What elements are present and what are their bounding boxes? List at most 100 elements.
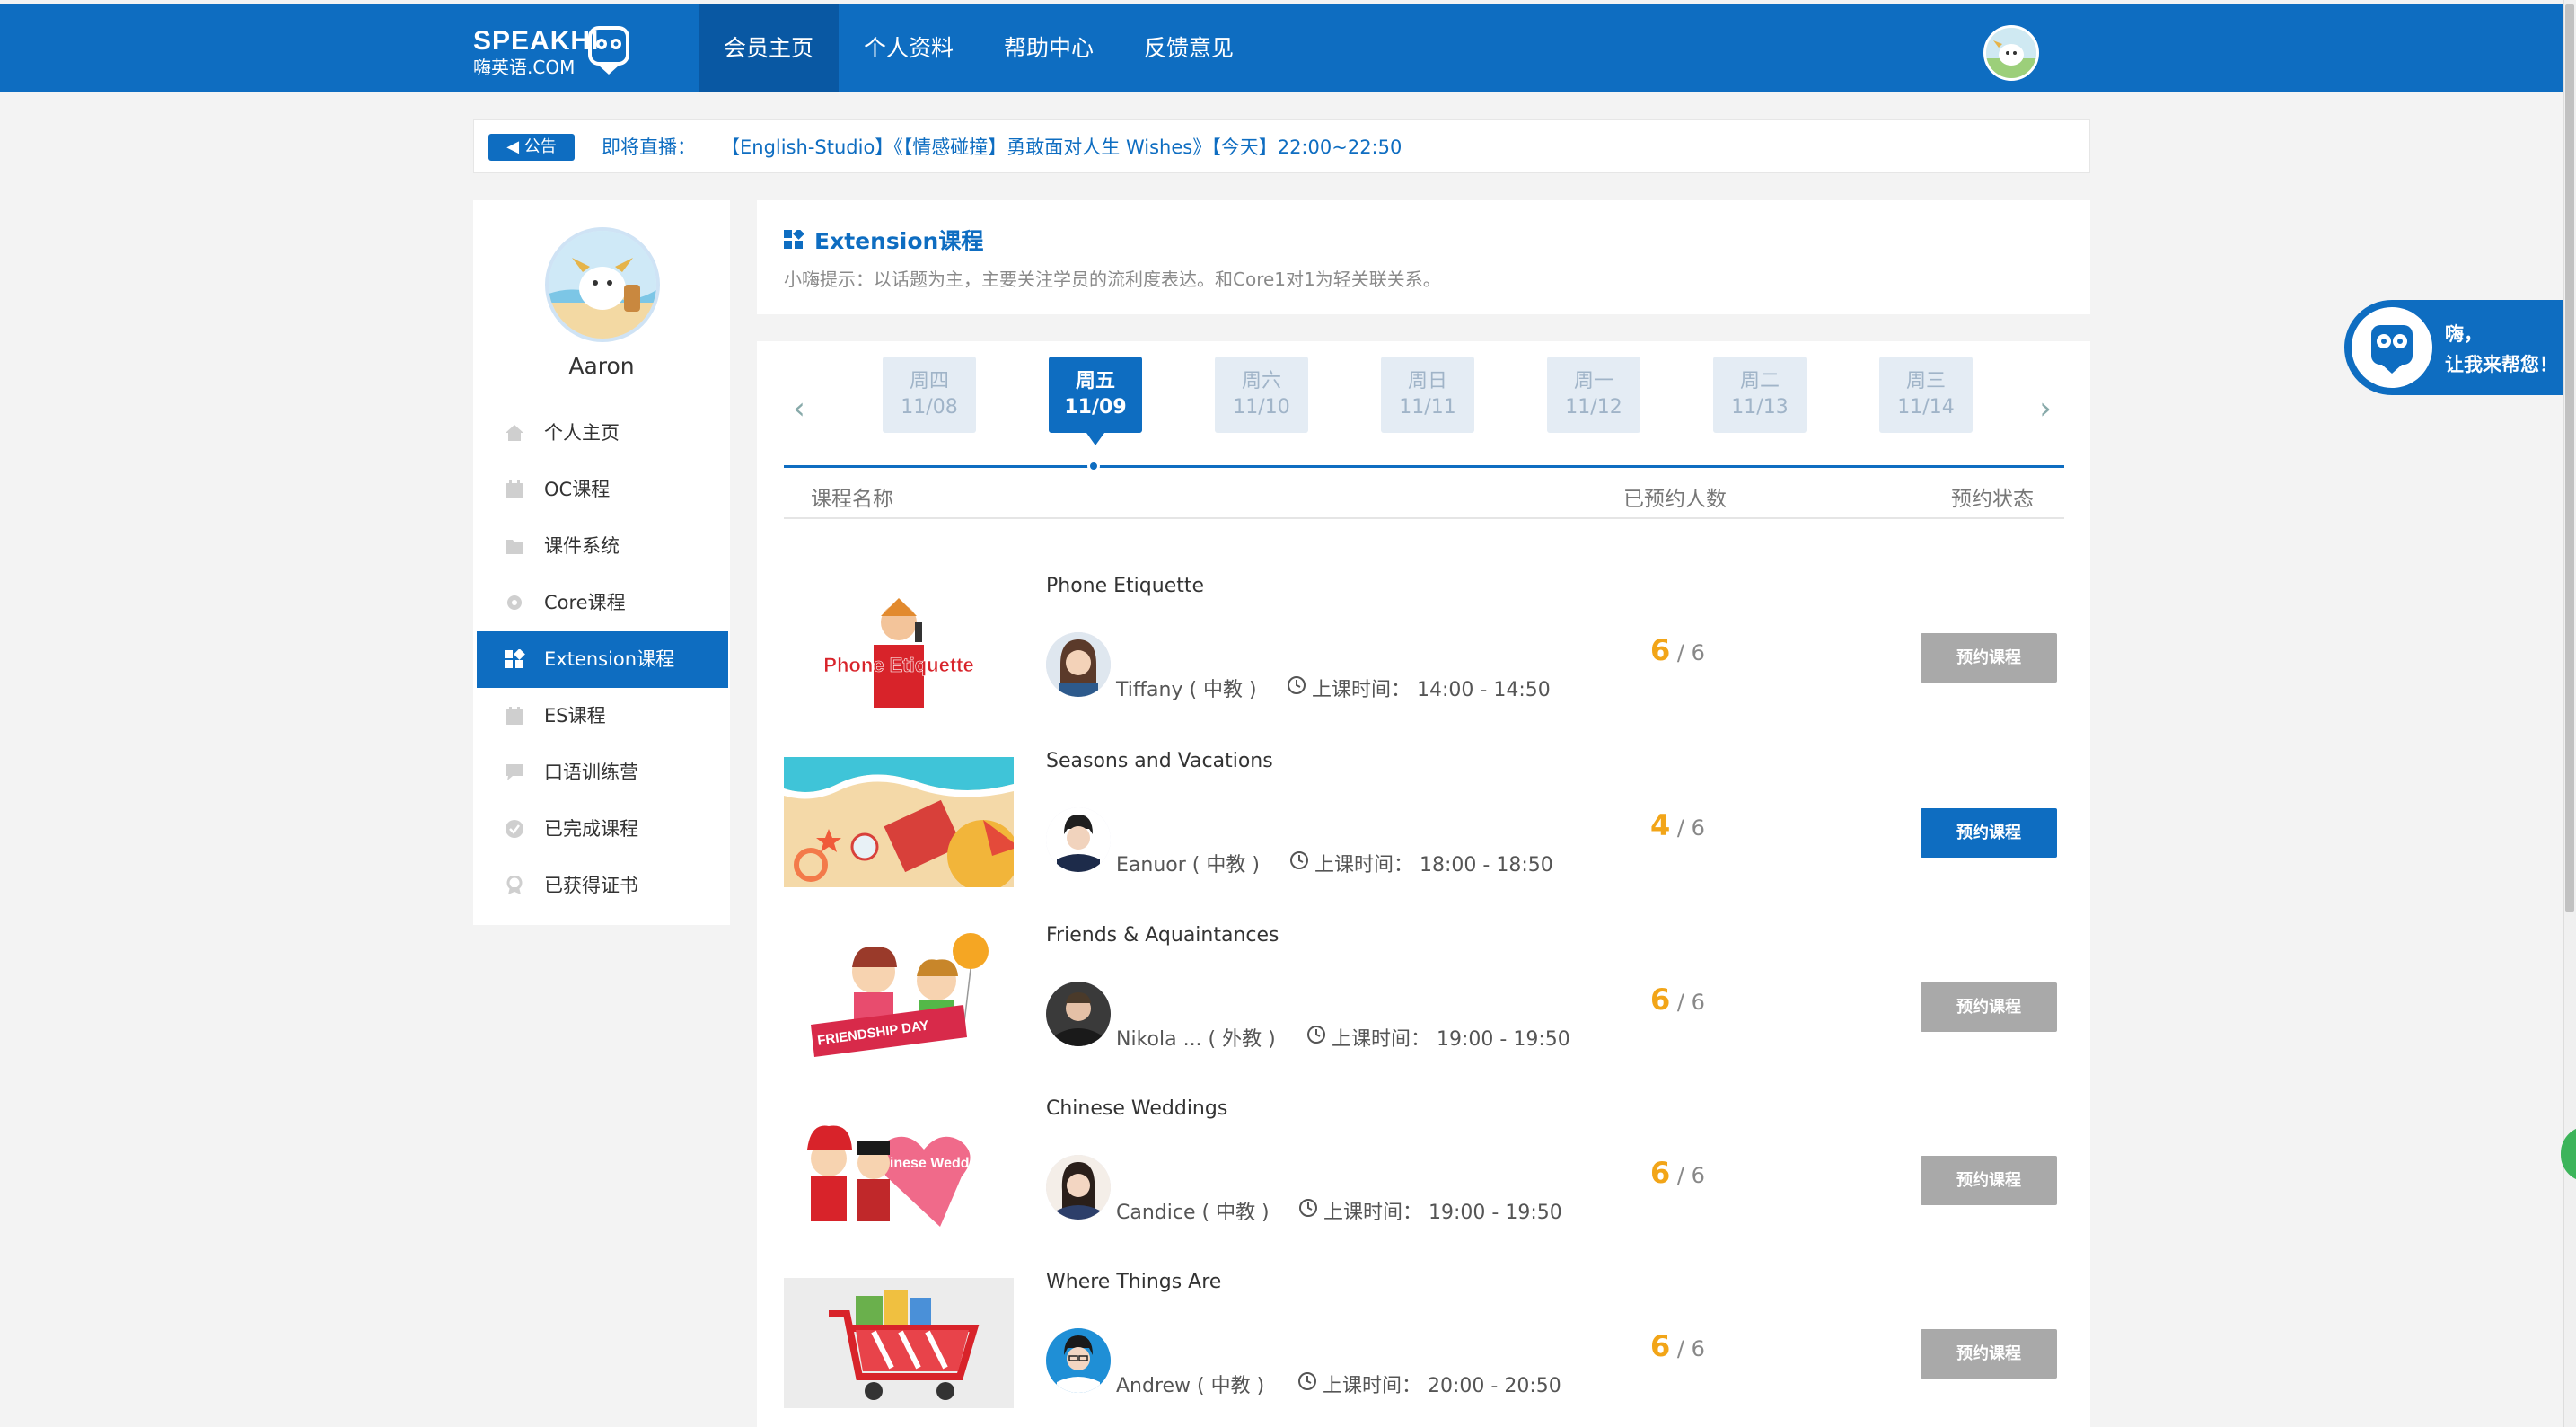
folder-icon xyxy=(506,540,523,554)
day-tab-selected[interactable]: 周五 11/09 xyxy=(1049,357,1142,445)
capacity: / 6 xyxy=(1676,990,1705,1015)
day-date: 11/10 xyxy=(1233,396,1290,418)
logo-domain: 嗨英语.COM xyxy=(473,57,576,78)
capacity: / 6 xyxy=(1676,1163,1705,1188)
thumb-caption: Chinese Weddings xyxy=(871,1156,999,1171)
col-booking-status: 预约状态 xyxy=(1951,488,2034,511)
class-time-value: 19:00 - 19:50 xyxy=(1429,1202,1562,1224)
gear-icon xyxy=(507,595,522,610)
course-row: FRIENDSHIP DAY Friends & Aquaintances Ni… xyxy=(784,924,2064,1097)
nav-feedback[interactable]: 反馈意见 xyxy=(1119,4,1259,92)
teacher-name: Andrew ( 中教 ) xyxy=(1116,1375,1265,1397)
upcoming-live-label: 即将直播： xyxy=(602,137,696,158)
day-weekday: 周六 xyxy=(1241,370,1281,392)
day-tab[interactable]: 周六 11/10 xyxy=(1215,357,1308,433)
day-date: 11/13 xyxy=(1731,396,1789,418)
sidebar-item-home[interactable]: 个人主页 xyxy=(477,405,728,462)
course-thumbnail[interactable] xyxy=(784,757,1014,887)
avatar-image xyxy=(1986,28,2036,78)
sidebar-item-courseware[interactable]: 课件系统 xyxy=(477,518,728,575)
main-nav: 会员主页 个人资料 帮助中心 反馈意见 xyxy=(699,4,1259,92)
course-title[interactable]: Where Things Are xyxy=(1046,1271,1221,1293)
table-header: 课程名称 已预约人数 预约状态 xyxy=(784,468,2064,519)
calendar-icon xyxy=(506,480,523,498)
avatar-image xyxy=(549,231,656,339)
day-tab[interactable]: 周四 11/08 xyxy=(883,357,976,433)
sidebar-item-core-course[interactable]: Core课程 xyxy=(477,575,728,631)
class-time: 上课时间： 19:00 - 19:50 xyxy=(1332,1023,1570,1052)
next-week-button[interactable]: › xyxy=(2032,391,2059,427)
chevron-right-icon: › xyxy=(2039,391,2052,427)
sidebar-item-label: Extension课程 xyxy=(544,648,675,670)
teacher-name: Tiffany ( 中教 ) xyxy=(1116,679,1257,701)
booked-number: 6 xyxy=(1650,982,1671,1017)
class-time-label: 上课时间： xyxy=(1323,1375,1422,1397)
sidebar-item-extension-course[interactable]: Extension课程 xyxy=(477,631,728,688)
sidebar: Aaron 个人主页 OC课程 课件系统 Core课程 Extension课程 … xyxy=(473,200,730,925)
announcement-badge-label: 公告 xyxy=(523,137,557,156)
day-tab[interactable]: 周三 11/14 xyxy=(1879,357,1973,433)
class-time-label: 上课时间： xyxy=(1332,1028,1431,1051)
class-time-label: 上课时间： xyxy=(1314,854,1414,876)
sidebar-item-label: OC课程 xyxy=(544,479,611,500)
teacher-name: Nikola ... ( 外教 ) xyxy=(1116,1028,1276,1051)
sidebar-item-oc-course[interactable]: OC课程 xyxy=(477,462,728,518)
booked-number: 6 xyxy=(1650,633,1671,667)
course-title[interactable]: Chinese Weddings xyxy=(1046,1097,1227,1120)
capacity: / 6 xyxy=(1676,815,1705,841)
nav-profile[interactable]: 个人资料 xyxy=(839,4,979,92)
owl-logo-icon xyxy=(588,26,629,75)
nav-help-center[interactable]: 帮助中心 xyxy=(979,4,1119,92)
day-date: 11/09 xyxy=(1064,396,1127,418)
teacher-avatar[interactable] xyxy=(1046,982,1111,1046)
course-thumbnail[interactable] xyxy=(784,1278,1014,1408)
book-course-button[interactable]: 预约课程 xyxy=(1921,808,2057,858)
day-tab[interactable]: 周一 11/12 xyxy=(1547,357,1640,433)
book-course-button[interactable]: 预约课程 xyxy=(1921,1156,2057,1205)
booked-number: 4 xyxy=(1650,808,1671,842)
day-date: 11/12 xyxy=(1565,396,1622,418)
day-tab[interactable]: 周二 11/13 xyxy=(1713,357,1807,433)
sidebar-avatar[interactable] xyxy=(545,227,660,342)
sidebar-item-completed-courses[interactable]: 已完成课程 xyxy=(477,801,728,858)
speakhi-logo[interactable]: SPEAKHI 嗨英语.COM xyxy=(473,24,635,80)
scrollbar-thumb[interactable] xyxy=(2565,4,2574,912)
day-weekday: 周二 xyxy=(1739,370,1780,392)
class-time: 上课时间： 18:00 - 18:50 xyxy=(1314,849,1553,877)
sidebar-item-certificates[interactable]: 已获得证书 xyxy=(477,858,728,914)
teacher-avatar[interactable] xyxy=(1046,1155,1111,1220)
booked-count: 6 / 6 xyxy=(1650,1156,1705,1190)
nav-member-home[interactable]: 会员主页 xyxy=(699,4,840,92)
book-course-button[interactable]: 预约课程 xyxy=(1921,633,2057,683)
course-title[interactable]: Seasons and Vacations xyxy=(1046,750,1273,772)
sidebar-item-label: 课件系统 xyxy=(544,535,620,557)
sidebar-item-label: ES课程 xyxy=(544,705,606,727)
course-title[interactable]: Phone Etiquette xyxy=(1046,575,1204,597)
course-title[interactable]: Friends & Aquaintances xyxy=(1046,924,1279,947)
sidebar-item-es-course[interactable]: ES课程 xyxy=(477,688,728,744)
teacher-avatar[interactable] xyxy=(1046,632,1111,697)
user-avatar[interactable] xyxy=(1983,25,2039,81)
course-thumbnail[interactable]: Phone Etiquette xyxy=(784,582,1014,712)
book-course-button[interactable]: 预约课程 xyxy=(1921,982,2057,1032)
course-thumbnail[interactable]: Chinese Weddings xyxy=(784,1105,1014,1235)
day-weekday: 周四 xyxy=(909,370,949,392)
class-time-value: 18:00 - 18:50 xyxy=(1420,854,1553,876)
clock-icon xyxy=(1299,1199,1317,1217)
teacher-avatar[interactable] xyxy=(1046,807,1111,872)
class-time-label: 上课时间： xyxy=(1312,679,1411,701)
class-time-value: 20:00 - 20:50 xyxy=(1428,1375,1561,1397)
day-weekday: 周日 xyxy=(1407,370,1447,392)
book-course-button[interactable]: 预约课程 xyxy=(1921,1329,2057,1379)
day-tab[interactable]: 周日 11/11 xyxy=(1381,357,1474,433)
course-thumbnail[interactable]: FRIENDSHIP DAY xyxy=(784,931,1014,1061)
day-date: 11/11 xyxy=(1399,396,1456,418)
chevron-left-icon: ‹ xyxy=(793,391,805,427)
teacher-avatar[interactable] xyxy=(1046,1328,1111,1393)
help-chat-widget[interactable]: 嗨， 让我来帮您！ xyxy=(2344,300,2563,395)
prev-week-button[interactable]: ‹ xyxy=(786,391,813,427)
teacher-name: Candice ( 中教 ) xyxy=(1116,1202,1270,1224)
capacity: / 6 xyxy=(1676,640,1705,665)
upcoming-live-link[interactable]: 【English-Studio】《【情感碰撞】勇敢面对人生 Wishes》【今天… xyxy=(721,134,1402,161)
sidebar-item-speaking-camp[interactable]: 口语训练营 xyxy=(477,744,728,801)
